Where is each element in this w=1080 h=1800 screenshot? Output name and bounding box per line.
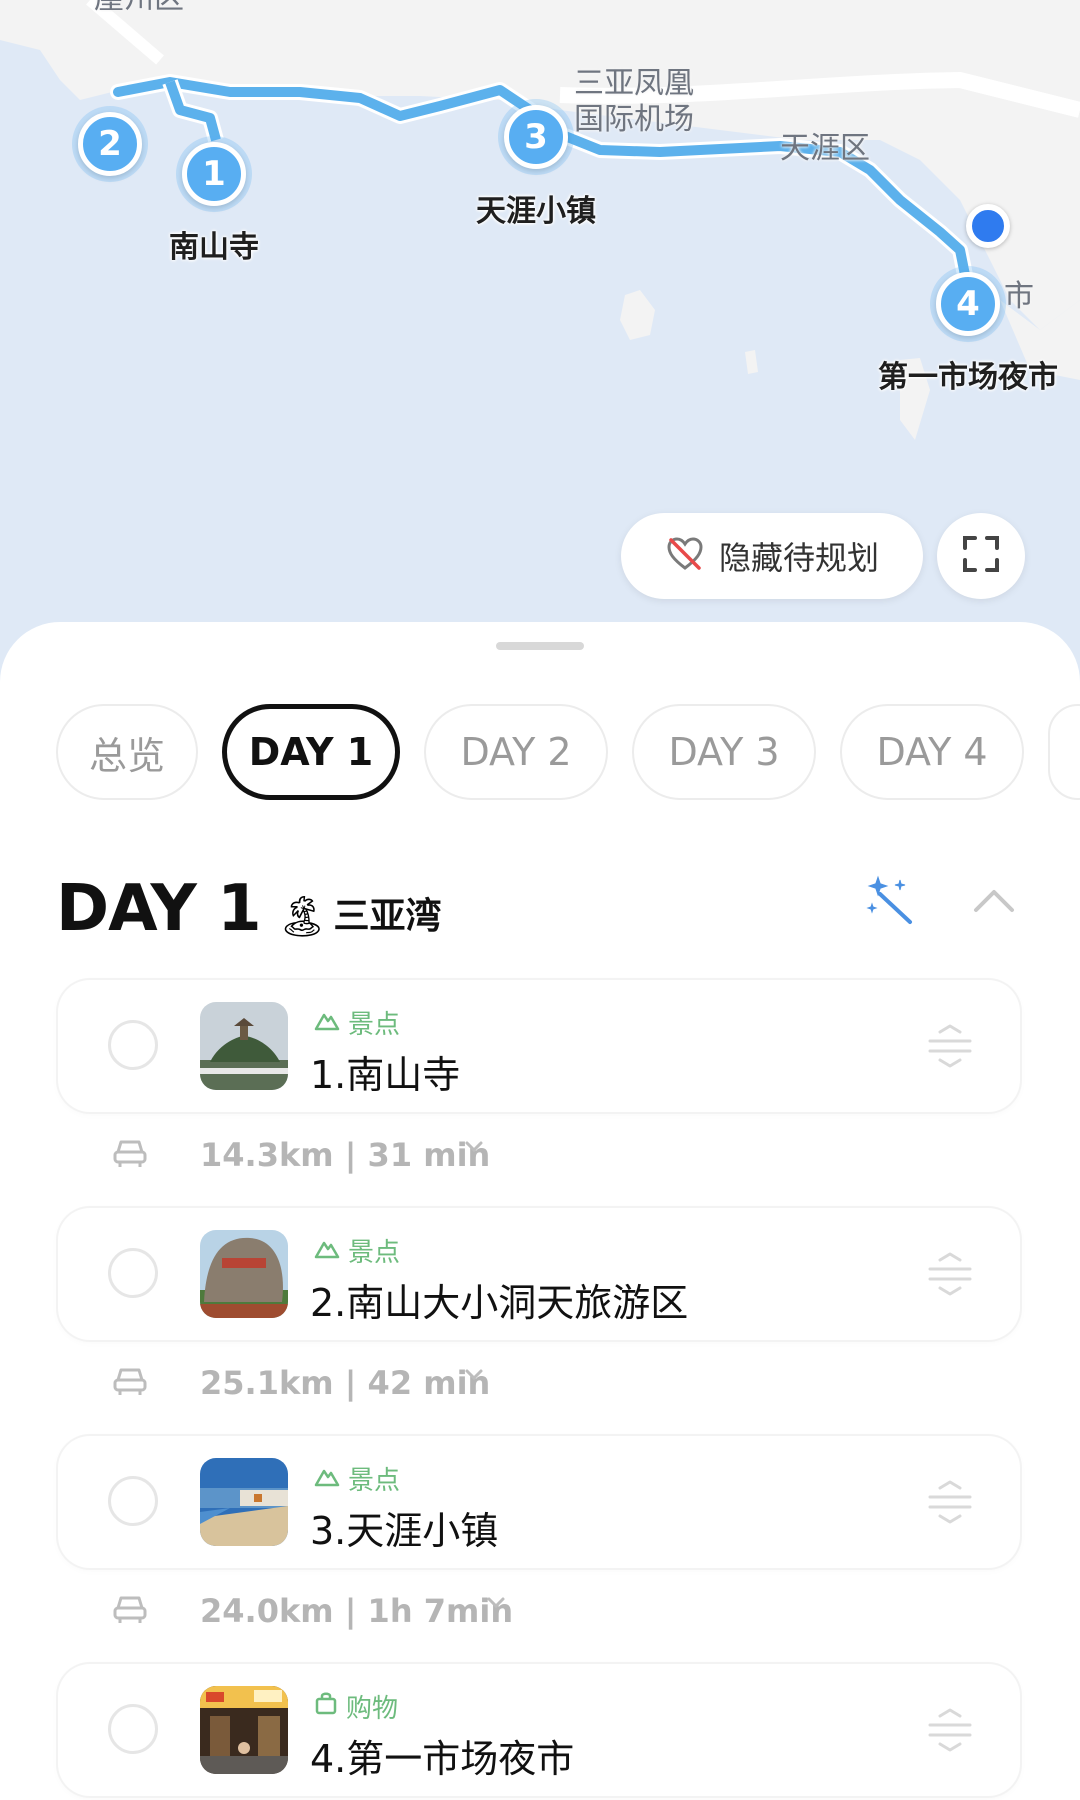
hide-pending-plan-label: 隐藏待规划 <box>718 539 879 577</box>
chevron-down-icon[interactable] <box>484 1590 508 1618</box>
itinerary-item-2[interactable]: 景点 2.南山大小洞天旅游区 <box>58 1208 1020 1340</box>
magic-wand-button[interactable] <box>866 874 918 930</box>
map-label-stop-1: 南山寺 <box>169 230 259 265</box>
item-checkbox[interactable] <box>108 1704 158 1754</box>
item-checkbox[interactable] <box>108 1020 158 1070</box>
transit-segment-3[interactable]: 24.0km | 1h 7min <box>112 1586 513 1636</box>
route-map[interactable]: 崖州区 三亚凤凰 国际机场 天涯区 市 2 1 南山寺 3 天涯小镇 4 第一市… <box>0 0 1080 680</box>
map-marker-stop-2[interactable]: 2 <box>78 112 142 176</box>
fullscreen-button[interactable] <box>937 513 1025 599</box>
tab-day-1[interactable]: DAY 1 <box>222 704 400 800</box>
transit-distance-time: 25.1km | 42 min <box>200 1364 491 1402</box>
reorder-handle-icon[interactable] <box>926 1708 974 1756</box>
item-category: 景点 <box>314 1004 400 1041</box>
hide-pending-plan-button[interactable]: 隐藏待规划 <box>621 513 923 599</box>
sheet-drag-handle[interactable] <box>496 642 584 650</box>
itinerary-item-1[interactable]: 景点 1.南山寺 <box>58 980 1020 1112</box>
collapse-button[interactable] <box>970 884 1018 920</box>
item-name: 1.南山寺 <box>310 1053 461 1097</box>
day-tabs: 总览 DAY 1 DAY 2 DAY 3 DAY 4 <box>56 704 1080 800</box>
reorder-handle-icon[interactable] <box>926 1024 974 1072</box>
fullscreen-icon <box>961 534 1001 578</box>
tab-day-4[interactable]: DAY 4 <box>840 704 1024 800</box>
map-marker-stop-3[interactable]: 3 <box>504 105 568 169</box>
item-name: 3.天涯小镇 <box>310 1509 499 1553</box>
item-thumbnail-nanshan-cave <box>200 1230 288 1318</box>
map-area-label-partial: 市 <box>1004 279 1034 314</box>
transit-segment-1[interactable]: 14.3km | 31 min <box>112 1130 490 1180</box>
map-label-stop-4: 第一市场夜市 <box>878 360 1058 395</box>
tab-overview[interactable]: 总览 <box>56 704 198 800</box>
transit-distance-time: 24.0km | 1h 7min <box>200 1592 514 1630</box>
shopping-bag-icon <box>314 1691 338 1722</box>
tab-day-5-partial[interactable] <box>1048 704 1080 800</box>
item-checkbox[interactable] <box>108 1248 158 1298</box>
item-category: 购物 <box>314 1688 398 1725</box>
chevron-up-icon <box>970 890 1018 920</box>
magic-wand-icon <box>866 875 918 930</box>
car-icon <box>112 1366 148 1400</box>
map-area-label-tianya: 天涯区 <box>780 131 870 166</box>
heart-off-icon <box>665 534 705 578</box>
tab-day-3[interactable]: DAY 3 <box>632 704 816 800</box>
day-subtitle: 三亚湾 <box>333 896 442 937</box>
map-base <box>0 0 1080 680</box>
day-header: DAY 1 🏝 三亚湾 <box>56 864 441 944</box>
item-category: 景点 <box>314 1232 400 1269</box>
mountain-icon <box>314 1464 340 1494</box>
item-name: 2.南山大小洞天旅游区 <box>310 1281 689 1325</box>
itinerary-sheet: 总览 DAY 1 DAY 2 DAY 3 DAY 4 DAY 1 🏝 三亚湾 景… <box>0 622 1080 1800</box>
item-category: 景点 <box>314 1460 400 1497</box>
transit-segment-2[interactable]: 25.1km | 42 min <box>112 1358 490 1408</box>
itinerary-item-3[interactable]: 景点 3.天涯小镇 <box>58 1436 1020 1568</box>
transit-distance-time: 14.3km | 31 min <box>200 1136 491 1174</box>
chevron-down-icon[interactable] <box>462 1134 486 1162</box>
item-name: 4.第一市场夜市 <box>310 1737 575 1781</box>
map-area-label-yazhou: 崖州区 <box>94 0 184 18</box>
car-icon <box>112 1594 148 1628</box>
item-thumbnail-night-market <box>200 1686 288 1774</box>
chevron-down-icon[interactable] <box>462 1362 486 1390</box>
map-marker-stop-1[interactable]: 1 <box>182 142 246 206</box>
car-icon <box>112 1138 148 1172</box>
reorder-handle-icon[interactable] <box>926 1252 974 1300</box>
tab-day-2[interactable]: DAY 2 <box>424 704 608 800</box>
item-thumbnail-tianya-town <box>200 1458 288 1546</box>
map-marker-stop-4[interactable]: 4 <box>936 272 1000 336</box>
island-emoji-icon: 🏝 <box>276 894 328 940</box>
item-checkbox[interactable] <box>108 1476 158 1526</box>
map-area-label-airport: 三亚凤凰 国际机场 <box>574 66 694 137</box>
reorder-handle-icon[interactable] <box>926 1480 974 1528</box>
item-thumbnail-nanshan-temple <box>200 1002 288 1090</box>
mountain-icon <box>314 1236 340 1266</box>
itinerary-item-4[interactable]: 购物 4.第一市场夜市 <box>58 1664 1020 1796</box>
map-label-stop-3: 天涯小镇 <box>476 194 596 229</box>
my-location-dot <box>966 204 1010 248</box>
day-title: DAY 1 <box>56 872 262 946</box>
mountain-icon <box>314 1008 340 1038</box>
